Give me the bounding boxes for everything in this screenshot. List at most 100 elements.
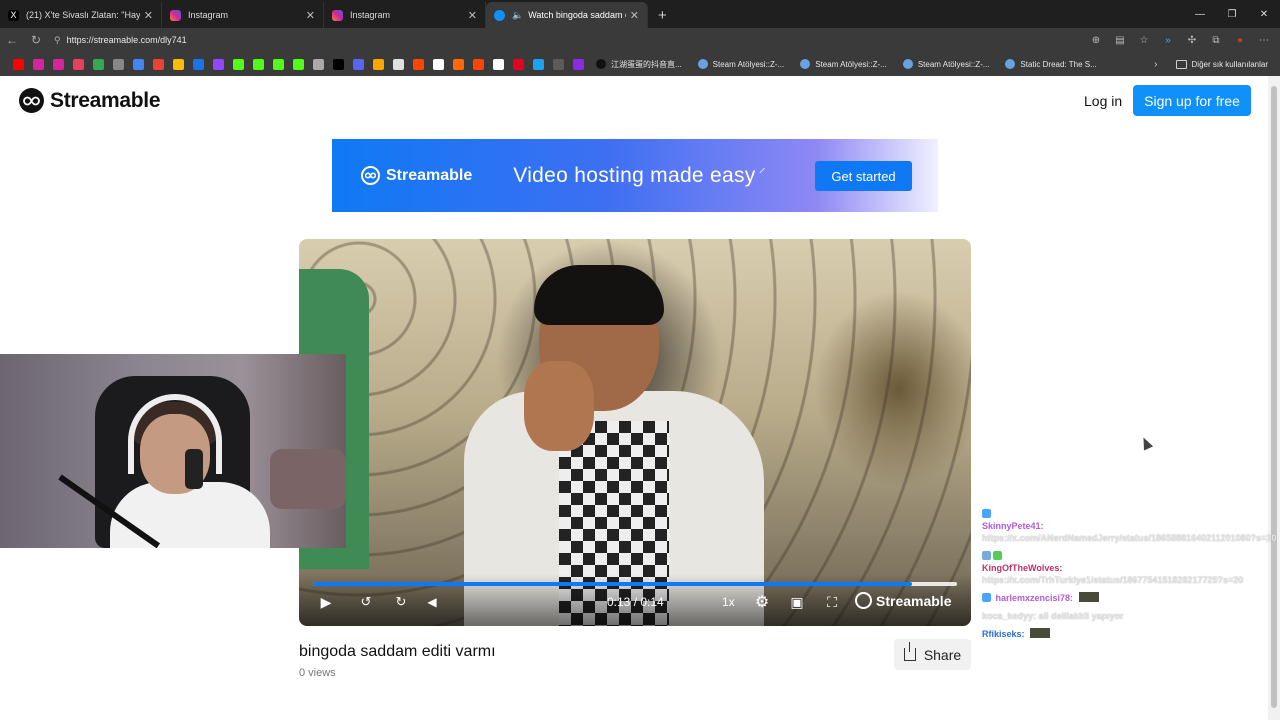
address-bar-actions: ⊕ ▤ ☆ » ✣ ⧉ ● ⋯ [1086, 35, 1280, 46]
close-tab-icon[interactable]: ✕ [144, 9, 153, 22]
get-started-button[interactable]: Get started [815, 161, 912, 191]
bookmark-favicon-icon[interactable] [432, 58, 444, 70]
chat-message: Rfikiseks: [982, 628, 1280, 640]
streamable-logo-icon [19, 88, 44, 113]
bookmark-favicon-icon[interactable] [392, 58, 404, 70]
signup-button[interactable]: Sign up for free [1133, 85, 1251, 116]
bookmark-favicon-icon[interactable] [492, 58, 504, 70]
bookmark-item[interactable]: Steam Atölyesi::Z-... [902, 59, 989, 69]
browser-tab[interactable]: Instagram ✕ [324, 2, 486, 28]
bookmark-favicon-icon[interactable] [12, 58, 24, 70]
bookmark-favicon-icon[interactable] [92, 58, 104, 70]
browser-tab-active[interactable]: 🔈 Watch bingoda saddam editi ✕ [486, 2, 648, 28]
close-tab-icon[interactable]: ✕ [468, 9, 477, 22]
webcam-overlay [0, 354, 346, 548]
promo-banner[interactable]: Streamable Video hosting made easy ⸝ Get… [332, 139, 938, 212]
chat-overlay: SkinnyPete41: https://x.com/ANerdNamedJe… [982, 508, 1280, 646]
bookmark-favicon-icon[interactable] [112, 58, 124, 70]
browser-tab[interactable]: X (21) X'te Sivaslı Zlatan: "Hay düşme ✕ [0, 2, 162, 28]
browser-tab[interactable]: Instagram ✕ [162, 2, 324, 28]
picture-in-picture-icon[interactable]: ▣ [787, 592, 807, 612]
bookmark-favicon-icon[interactable] [452, 58, 464, 70]
close-window-icon[interactable]: ✕ [1248, 0, 1280, 28]
bookmark-label: Steam Atölyesi::Z-... [815, 59, 887, 69]
bookmark-favicon-icon[interactable] [512, 58, 524, 70]
share-label: Share [923, 646, 962, 663]
chat-badge-icon [982, 551, 991, 560]
bookmark-favicon-icon[interactable] [532, 58, 544, 70]
video-player[interactable]: ▶ ↺ ↻ ◀ 0:13 / 0:14 1x ⚙ ▣ ⛶ Streamable [299, 239, 971, 626]
streamable-logo[interactable]: Streamable [19, 88, 161, 113]
favorite-star-icon[interactable]: ☆ [1134, 35, 1154, 46]
bookmark-item[interactable]: Steam Atölyesi::Z-... [697, 59, 784, 69]
site-info-icon[interactable]: ⚲ [54, 35, 61, 46]
tab-title: Instagram [188, 10, 229, 20]
streamable-logo-icon [361, 166, 380, 185]
bookmark-item[interactable]: Static Dread: The S... [1005, 59, 1097, 69]
settings-gear-icon[interactable]: ⚙ [752, 592, 772, 612]
reload-icon[interactable]: ↻ [24, 28, 48, 52]
steam-icon [800, 59, 811, 69]
bookmark-favicon-icon[interactable] [332, 58, 344, 70]
back-icon[interactable]: ← [0, 28, 24, 52]
bookmark-favicon-icon[interactable] [72, 58, 84, 70]
minimize-icon[interactable]: — [1184, 0, 1216, 28]
bookmarks-bar: 江湖蛋蛋的抖音直... Steam Atölyesi::Z-... Steam … [0, 52, 1280, 76]
bookmark-favicon-icon[interactable] [552, 58, 564, 70]
rewind-10-icon[interactable]: ↺ [355, 592, 377, 612]
more-menu-icon[interactable]: ⋯ [1254, 35, 1274, 46]
chevron-right-icon[interactable]: › [1154, 59, 1157, 70]
close-tab-icon[interactable]: ✕ [306, 9, 315, 22]
restore-icon[interactable]: ❐ [1216, 0, 1248, 28]
bookmark-item[interactable]: Steam Atölyesi::Z-... [800, 59, 887, 69]
chat-message: SkinnyPete41: https://x.com/ANerdNamedJe… [982, 508, 1280, 544]
zoom-icon[interactable]: ⊕ [1086, 35, 1106, 46]
bookmark-favicon-icon[interactable] [272, 58, 284, 70]
chat-badge-icon [982, 509, 991, 518]
collections-icon[interactable]: ⧉ [1206, 35, 1226, 46]
fullscreen-icon[interactable]: ⛶ [822, 592, 842, 612]
bookmark-favicon-icon[interactable] [172, 58, 184, 70]
bookmark-favicon-icon[interactable] [252, 58, 264, 70]
extensions-puzzle-icon[interactable]: ✣ [1182, 35, 1202, 46]
bookmark-item[interactable]: 江湖蛋蛋的抖音直... [596, 59, 682, 70]
profile-avatar-icon[interactable]: ● [1230, 35, 1250, 46]
progress-bar[interactable] [313, 582, 957, 586]
mute-icon[interactable]: ◀ [423, 592, 441, 612]
bookmark-favicon-icon[interactable] [312, 58, 324, 70]
progress-fill [313, 582, 912, 586]
bookmark-favicon-icon[interactable] [212, 58, 224, 70]
bookmark-favicon-icon[interactable] [292, 58, 304, 70]
play-icon[interactable]: ▶ [317, 592, 335, 612]
bookmark-favicon-icon[interactable] [412, 58, 424, 70]
playback-speed-button[interactable]: 1x [722, 595, 735, 609]
bookmark-favicon-icon[interactable] [52, 58, 64, 70]
url-field[interactable]: ⚲ https://streamable.com/dly741 [54, 30, 1086, 50]
bookmark-favicon-icon[interactable] [472, 58, 484, 70]
bookmark-favicon-icon[interactable] [192, 58, 204, 70]
speaker-icon[interactable]: 🔈 [512, 10, 523, 21]
chat-username: SkinnyPete41: [982, 521, 1044, 531]
login-link[interactable]: Log in [1084, 93, 1122, 109]
bookmark-favicon-icon[interactable] [232, 58, 244, 70]
close-tab-icon[interactable]: ✕ [630, 9, 639, 22]
new-tab-button[interactable]: + [648, 2, 677, 28]
bookmark-favicon-icon[interactable] [572, 58, 584, 70]
chat-message: KingOfTheWolves: https://x.com/TrhTurkiy… [982, 550, 1280, 586]
bookmark-favicon-icon[interactable] [32, 58, 44, 70]
chat-message: harlemxzencisi78: [982, 592, 1280, 604]
forward-10-icon[interactable]: ↻ [390, 592, 412, 612]
player-brand-logo[interactable]: Streamable [855, 592, 951, 609]
chat-message: koca_kedyy: ali delilakkli yapıyor [982, 610, 1280, 622]
bookmark-favicon-icon[interactable] [352, 58, 364, 70]
share-button[interactable]: Share [894, 639, 971, 670]
bookmark-favicon-icon[interactable] [372, 58, 384, 70]
bookmark-favicon-icon[interactable] [152, 58, 164, 70]
chat-emote-icon [1078, 592, 1099, 602]
extension-icon[interactable]: » [1158, 35, 1178, 46]
reader-icon[interactable]: ▤ [1110, 35, 1130, 46]
bookmark-favicon-icon[interactable] [132, 58, 144, 70]
player-controls: ▶ ↺ ↻ ◀ 0:13 / 0:14 1x ⚙ ▣ ⛶ Streamable [299, 574, 971, 626]
other-bookmarks[interactable]: › Diğer sık kullanılanlar [1154, 59, 1280, 70]
chat-badge-icon [993, 551, 1002, 560]
